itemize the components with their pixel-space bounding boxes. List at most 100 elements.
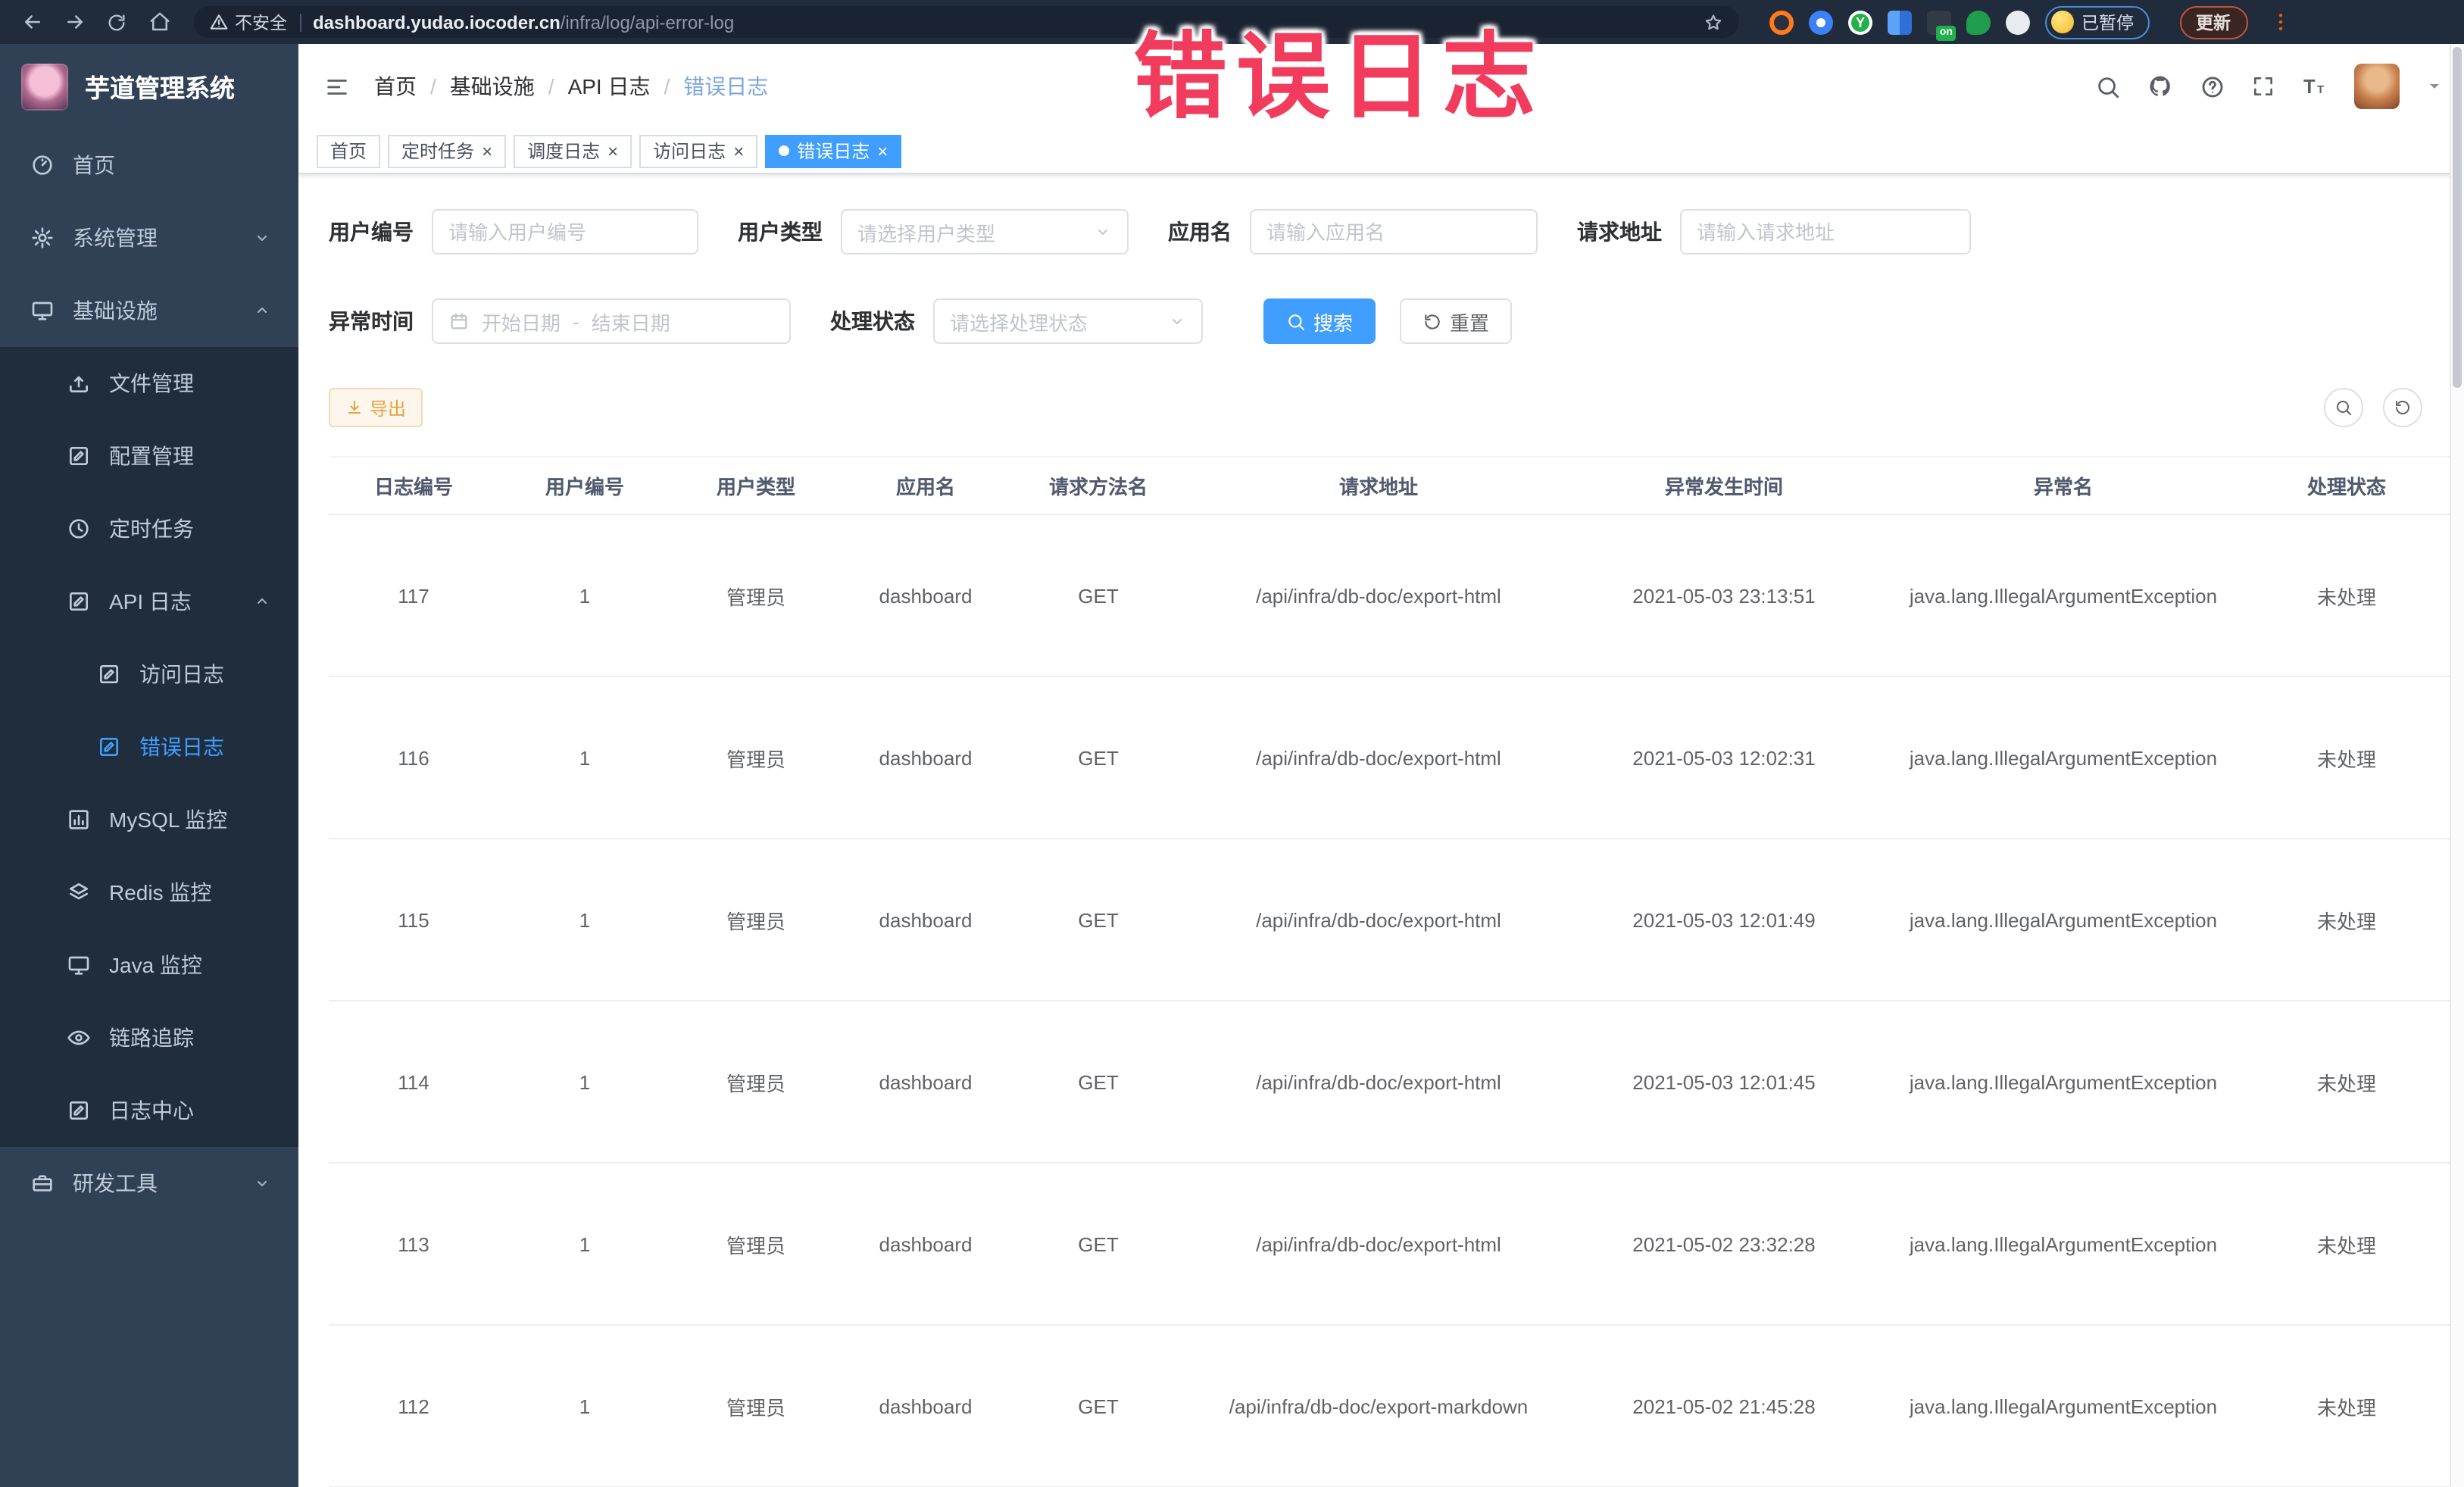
browser-forward-icon[interactable]	[58, 5, 91, 39]
breadcrumb-item[interactable]: API 日志	[568, 71, 651, 102]
tab-首页[interactable]: 首页	[317, 134, 381, 167]
extension-icon-4[interactable]	[1888, 10, 1912, 34]
app-name-input[interactable]	[1250, 209, 1538, 255]
log-center-icon	[67, 1098, 91, 1123]
sidebar-item-tracer[interactable]: 链路追踪	[0, 1001, 298, 1074]
breadcrumb-item[interactable]: 基础设施	[450, 71, 535, 102]
scrollbar-thumb[interactable]	[2453, 47, 2462, 388]
refresh-table-button[interactable]	[2383, 388, 2422, 427]
cell-user_type: 管理员	[671, 1001, 841, 1164]
app-name-label: 应用名	[1168, 220, 1232, 244]
search-icon	[1286, 311, 1306, 331]
cell-method: GET	[1010, 514, 1186, 677]
export-button[interactable]: 导出	[329, 388, 423, 427]
sidebar-item-label: 错误日志	[139, 735, 224, 759]
tab-close-icon[interactable]: ×	[482, 142, 492, 160]
browser-menu-dots-icon[interactable]	[2269, 11, 2291, 33]
config-icon	[67, 444, 91, 468]
sidebar-item-dev-tool[interactable]: 研发工具	[0, 1147, 298, 1220]
extension-icon-6[interactable]	[1966, 10, 1991, 34]
update-button[interactable]: 更新	[2179, 5, 2247, 39]
toggle-search-button[interactable]	[2324, 388, 2363, 427]
extension-icon-5[interactable]	[1927, 10, 1956, 40]
emoji-face-icon	[2051, 11, 2074, 33]
extension-icon-3[interactable]: Y	[1848, 10, 1872, 34]
cell-status: 未处理	[2250, 1001, 2444, 1164]
font-size-icon[interactable]: TT	[2301, 73, 2328, 100]
tab-访问日志[interactable]: 访问日志 ×	[639, 134, 758, 167]
bookmark-star-icon[interactable]	[1703, 11, 1724, 33]
sidebar-item-redis[interactable]: Redis 监控	[0, 856, 298, 929]
chevron-down-icon[interactable]	[2425, 77, 2444, 95]
tab-close-icon[interactable]: ×	[877, 142, 888, 160]
browser-back-icon[interactable]	[15, 5, 48, 39]
cell-id: 112	[329, 1325, 498, 1487]
filter-row-2: 异常时间 开始日期 - 结束日期 处理状态 请选择处理状态 搜索 重置	[329, 298, 2444, 344]
mysql-icon	[67, 808, 91, 832]
sidebar-item-home[interactable]: 首页	[0, 129, 298, 201]
search-icon[interactable]	[2095, 73, 2121, 99]
request-url-input[interactable]	[1680, 209, 1971, 255]
file-icon	[67, 371, 91, 395]
github-icon[interactable]	[2147, 73, 2174, 100]
tab-调度日志[interactable]: 调度日志 ×	[514, 134, 632, 167]
cell-app: dashboard	[841, 1163, 1010, 1326]
column-header: 处理状态	[2250, 456, 2444, 515]
error-log-icon	[97, 735, 121, 759]
tab-定时任务[interactable]: 定时任务 ×	[388, 134, 507, 167]
browser-reload-icon[interactable]	[100, 5, 133, 39]
sidebar-item-error-log[interactable]: 错误日志	[0, 711, 298, 783]
search-icon	[2334, 398, 2353, 417]
extension-icon-2[interactable]	[1809, 10, 1833, 34]
sidebar-item-infra[interactable]: 基础设施	[0, 274, 298, 347]
breadcrumb-item[interactable]: 首页	[374, 71, 417, 102]
cell-url: /api/infra/db-doc/export-html	[1186, 514, 1571, 677]
exception-time-range-picker[interactable]: 开始日期 - 结束日期	[432, 298, 791, 344]
navbar-actions: TT	[2095, 64, 2444, 109]
avatar[interactable]	[2354, 64, 2400, 109]
tab-close-icon[interactable]: ×	[733, 142, 744, 160]
hamburger-icon[interactable]	[311, 61, 362, 112]
job-icon	[67, 517, 91, 541]
extension-icon-1[interactable]	[1769, 10, 1794, 34]
sidebar-item-access-log[interactable]: 访问日志	[0, 638, 298, 711]
svg-text:T: T	[2303, 77, 2316, 98]
cell-app: dashboard	[841, 514, 1010, 677]
navbar: 首页 / 基础设施 / API 日志 / 错误日志 TT	[298, 44, 2464, 130]
user-type-select[interactable]: 请选择用户类型	[841, 209, 1129, 255]
extension-icon-7[interactable]	[2006, 10, 2030, 34]
sidebar-item-mysql[interactable]: MySQL 监控	[0, 783, 298, 856]
tab-close-icon[interactable]: ×	[607, 142, 618, 160]
cell-user_type: 管理员	[671, 1163, 841, 1326]
app-logo[interactable]: 芋道管理系统	[0, 44, 298, 129]
address-bar[interactable]: 不安全 dashboard.yudao.iocoder.cn/infra/log…	[194, 6, 1739, 38]
sidebar-item-java[interactable]: Java 监控	[0, 929, 298, 1001]
process-status-select[interactable]: 请选择处理状态	[933, 298, 1203, 344]
reset-button[interactable]: 重置	[1400, 298, 1513, 344]
tabs-bar: 首页 定时任务 × 调度日志 × 访问日志 × 错误日志 ×	[298, 129, 2464, 174]
logo-image	[21, 63, 68, 110]
sidebar-item-config[interactable]: 配置管理	[0, 420, 298, 492]
sidebar-item-api-log[interactable]: API 日志	[0, 565, 298, 638]
sidebar-item-system[interactable]: 系统管理	[0, 201, 298, 274]
tab-label: 首页	[330, 141, 367, 162]
cell-user_type: 管理员	[671, 1325, 841, 1487]
page: 不安全 dashboard.yudao.iocoder.cn/infra/log…	[0, 0, 2464, 1487]
cell-exception: java.lang.IllegalArgumentException	[1877, 839, 2250, 1001]
sidebar-item-file[interactable]: 文件管理	[0, 347, 298, 420]
help-icon[interactable]	[2200, 73, 2225, 99]
tab-错误日志[interactable]: 错误日志 ×	[765, 134, 902, 167]
sidebar-item-job[interactable]: 定时任务	[0, 492, 298, 565]
search-button[interactable]: 搜索	[1263, 298, 1376, 344]
paused-badge[interactable]: 已暂停	[2045, 5, 2149, 39]
tracer-icon	[67, 1026, 91, 1050]
browser-home-icon[interactable]	[142, 5, 176, 39]
sidebar-item-log-center[interactable]: 日志中心	[0, 1074, 298, 1147]
user-id-input[interactable]	[432, 209, 698, 255]
tab-label: 调度日志	[527, 141, 601, 162]
fullscreen-icon[interactable]	[2251, 74, 2275, 98]
refresh-icon	[1422, 311, 1442, 331]
breadcrumb-separator: /	[430, 74, 436, 98]
cell-user_type: 管理员	[671, 839, 841, 1001]
column-header: 应用名	[841, 456, 1010, 515]
